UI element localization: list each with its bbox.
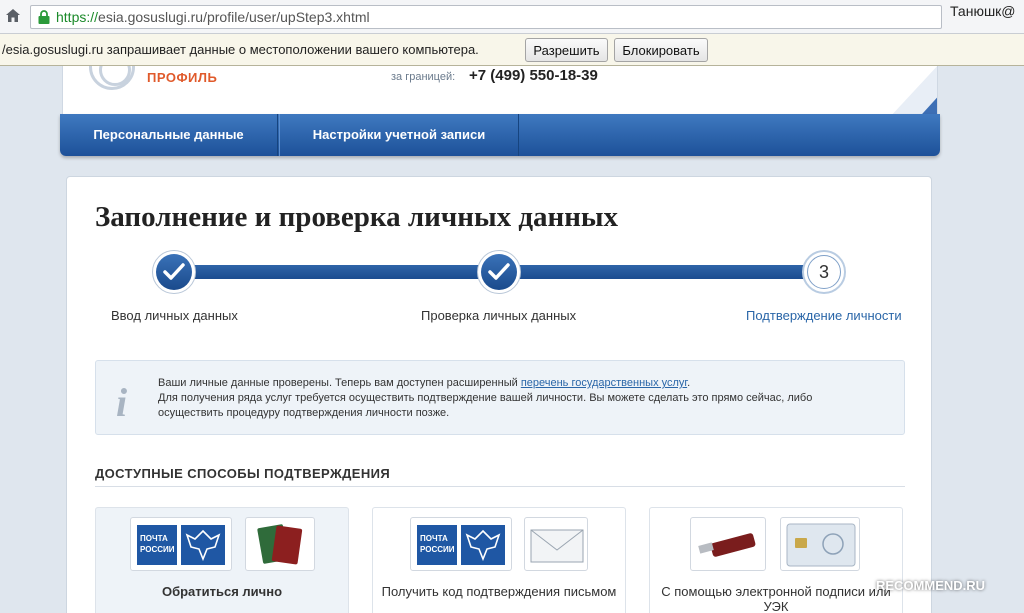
info-icon: i (116, 380, 128, 425)
method-in-person[interactable]: ПОЧТА РОССИИ Обратиться лично (95, 507, 349, 613)
info-box: i Ваши личные данные проверены. Теперь в… (95, 360, 905, 435)
step-2-done (477, 250, 521, 294)
lock-icon (38, 10, 50, 24)
step-1-done (152, 250, 196, 294)
services-list-link[interactable]: перечень государственных услуг (521, 377, 687, 389)
step-label-check: Проверка личных данных (421, 308, 577, 323)
step-number: 3 (807, 255, 841, 289)
watermark: RECOMMEND.RU (876, 578, 986, 593)
content-card: Заполнение и проверка личных данных 3 Вв… (66, 176, 932, 613)
flag-ribbon-icon (892, 66, 937, 114)
info-text: Ваши личные данные проверены. Теперь вам… (158, 377, 813, 419)
usb-token-icon (690, 517, 766, 571)
step-label-input: Ввод личных данных (111, 308, 238, 323)
method-label: С помощью электронной подписи или УЭК (661, 584, 891, 613)
infobar-message: /esia.gosuslugi.ru запрашивает данные о … (2, 42, 479, 57)
main-nav: Персональные данные Настройки учетной за… (60, 114, 940, 156)
eagle-emblem-icon (461, 525, 505, 565)
section-divider (95, 486, 905, 487)
method-label: Получить код подтверждения письмом (381, 584, 617, 599)
section-title: ДОСТУПНЫЕ СПОСОБЫ ПОДТВЕРЖДЕНИЯ (95, 466, 391, 481)
support-phone: +7 (499) 550-18-39 (469, 67, 598, 84)
page-title: Заполнение и проверка личных данных (95, 201, 619, 233)
nav-account-settings[interactable]: Настройки учетной записи (279, 114, 519, 156)
site-header: ПРОФИЛЬ за границей: +7 (499) 550-18-39 (62, 66, 938, 114)
browser-address-bar: https://esia.gosuslugi.ru/profile/user/u… (0, 0, 1024, 34)
abroad-phone-label: за границей: (391, 71, 456, 83)
logo-emblem-icon (89, 66, 135, 90)
url-input[interactable]: https://esia.gosuslugi.ru/profile/user/u… (30, 5, 942, 29)
step-label-confirm: Подтверждение личности (746, 308, 902, 323)
pochta-logo: ПОЧТА РОССИИ (410, 517, 512, 571)
method-letter[interactable]: ПОЧТА РОССИИ Получить код подтверждения … (372, 507, 626, 613)
profile-name[interactable]: Танюшк@ (950, 3, 1016, 19)
checkmark-icon (488, 263, 510, 280)
logo-text: ПРОФИЛЬ (147, 70, 218, 85)
method-signature[interactable]: С помощью электронной подписи или УЭК (649, 507, 903, 613)
url-text: https://esia.gosuslugi.ru/profile/user/u… (56, 9, 370, 25)
envelope-icon (524, 517, 588, 571)
passport-icon (245, 517, 315, 571)
method-label: Обратиться лично (161, 584, 283, 599)
block-button[interactable]: Блокировать (614, 38, 708, 62)
step-3-current: 3 (802, 250, 846, 294)
allow-button[interactable]: Разрешить (525, 38, 608, 62)
home-icon[interactable] (4, 7, 24, 27)
geolocation-infobar: /esia.gosuslugi.ru запрашивает данные о … (0, 34, 1024, 66)
nav-personal-data[interactable]: Персональные данные (60, 114, 278, 156)
checkmark-icon (163, 263, 185, 280)
pochta-logo: ПОЧТА РОССИИ (130, 517, 232, 571)
eagle-emblem-icon (181, 525, 225, 565)
uek-card-icon (780, 517, 860, 571)
